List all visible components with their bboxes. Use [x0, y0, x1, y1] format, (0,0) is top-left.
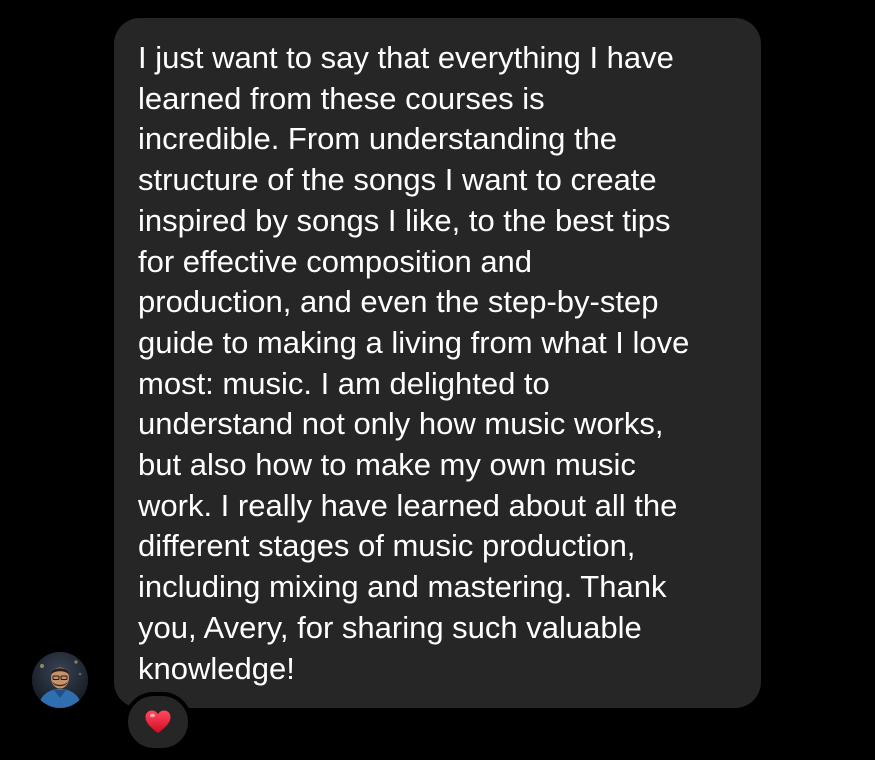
message-line: knowledge! [138, 650, 295, 686]
message-line: inspired by songs I like, to the best ti… [138, 202, 671, 238]
message-line: for effective composition and [138, 243, 533, 279]
message-line: most: music. I am delighted to [138, 365, 550, 401]
message-line: guide to making a living from what I lov… [138, 324, 690, 360]
message-line: incredible. From understanding the [138, 121, 618, 157]
message-line: different stages of music production, [138, 528, 636, 564]
sender-avatar[interactable] [32, 652, 88, 708]
chat-screen: I just want to say that everything I hav… [0, 0, 875, 760]
red-heart-icon [145, 710, 171, 733]
message-line: understand not only how music works, [138, 406, 664, 442]
message-line: including mixing and mastering. Thank [138, 569, 667, 605]
user-avatar-icon [32, 652, 88, 708]
message-bubble[interactable]: I just want to say that everything I hav… [114, 18, 761, 708]
reaction-badge[interactable] [124, 692, 192, 752]
message-line: I just want to say that everything I hav… [138, 40, 674, 75]
message-line: production, and even the step-by-step [138, 284, 659, 320]
message-line: work. I really have learned about all th… [138, 487, 678, 523]
message-line: structure of the songs I want to create [138, 162, 657, 198]
message-text: I just want to say that everything I hav… [138, 38, 741, 689]
message-line: you, Avery, for sharing such valuable [138, 609, 642, 645]
message-line: learned from these courses is [138, 80, 545, 116]
message-line: but also how to make my own music [138, 447, 636, 483]
